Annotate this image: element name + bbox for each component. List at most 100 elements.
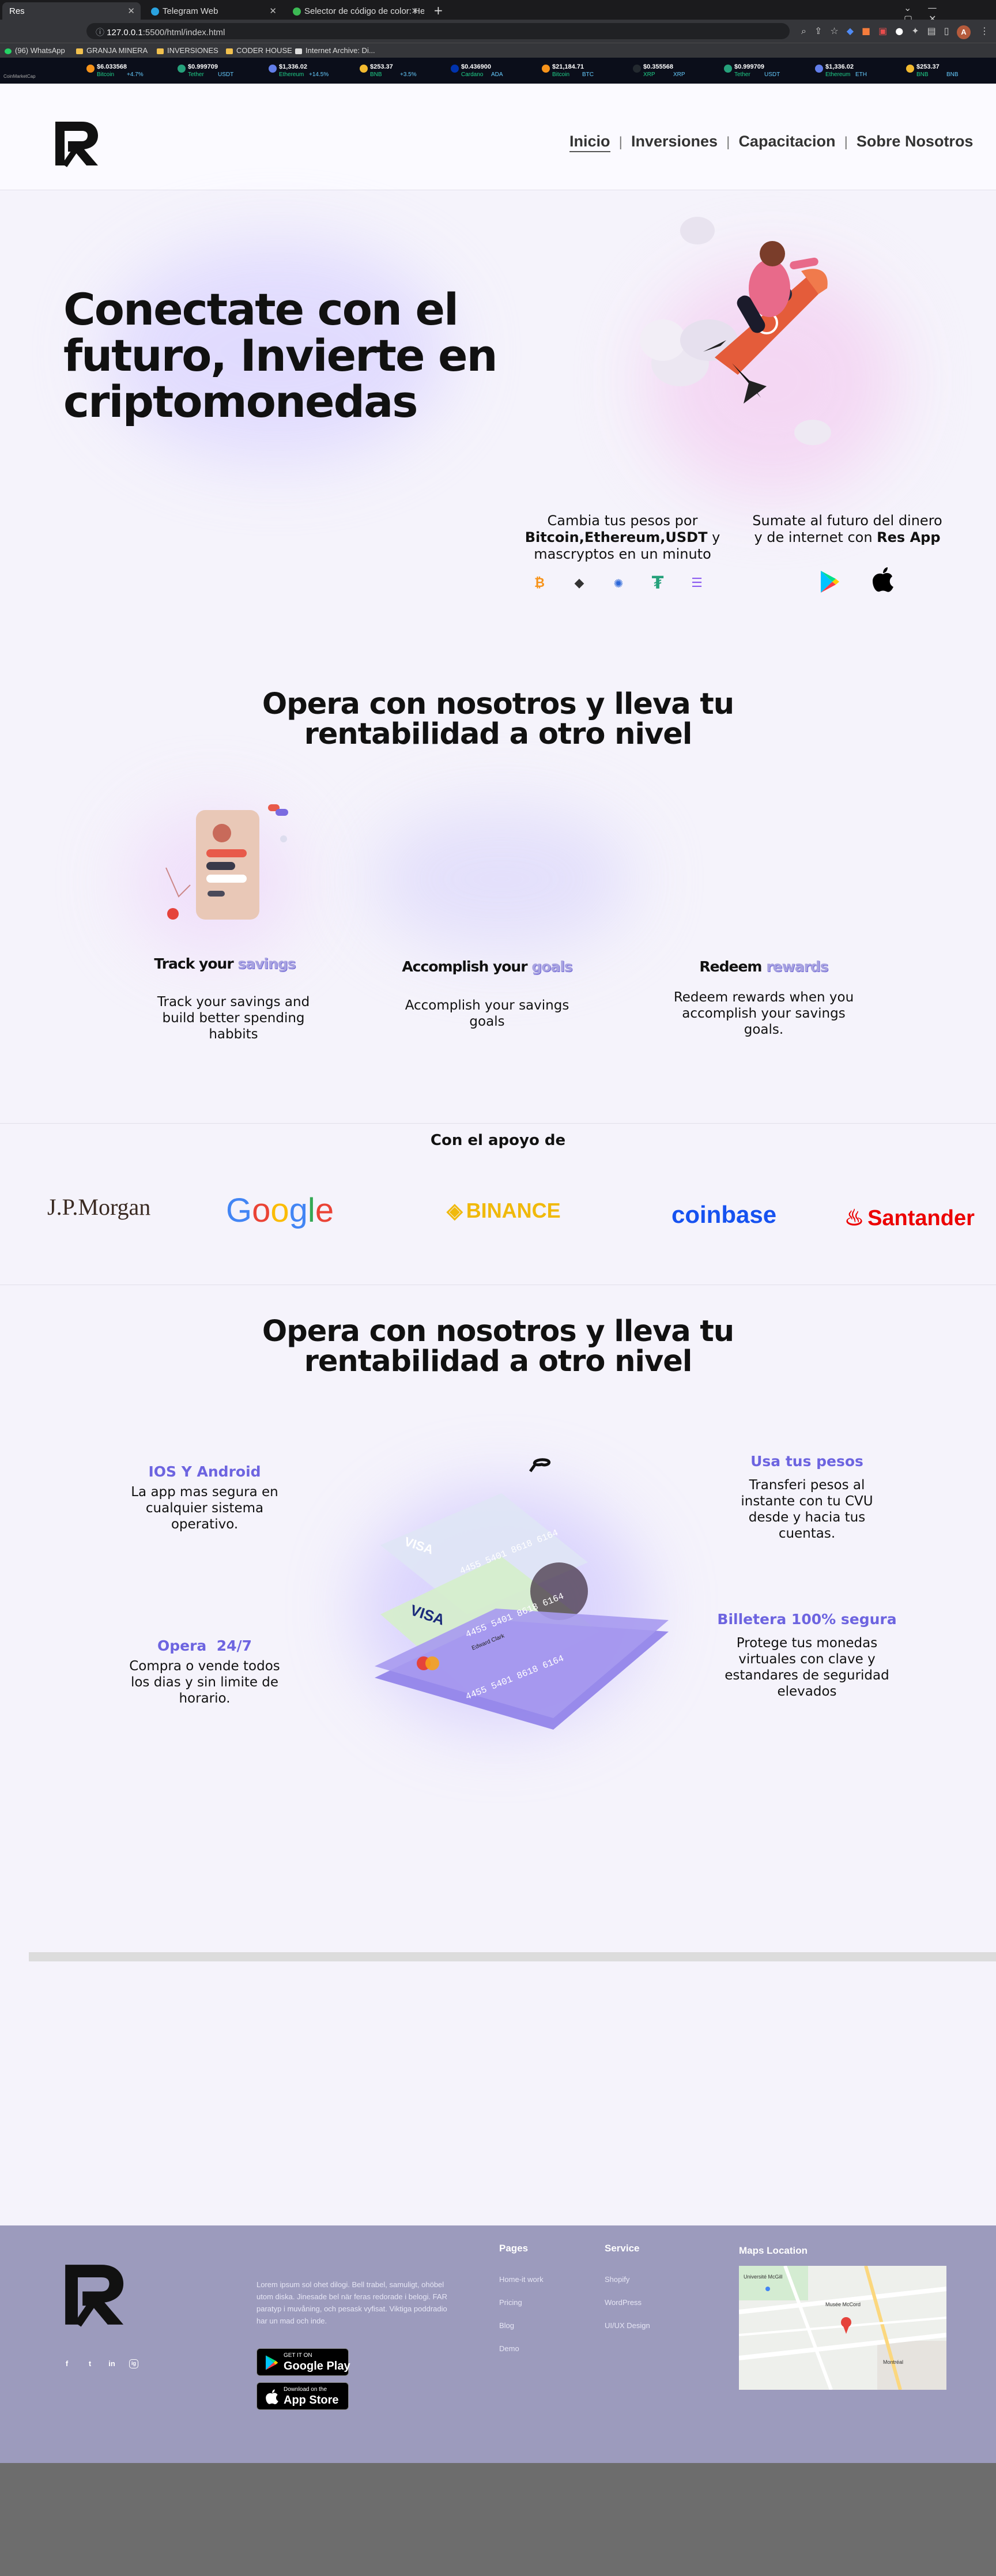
feature-desc-line: Track your savings and <box>157 995 310 1010</box>
bookmark-internet-archive[interactable]: Internet Archive: Di... <box>295 46 375 55</box>
hero-title-line: futuro, Invierte en <box>63 330 498 381</box>
nav-capacitacion[interactable]: Capacitacion <box>738 133 835 150</box>
feature-desc-ios-android: La app mas segura en cualquier sistema ope… <box>118 1484 291 1532</box>
google-letter: o <box>270 1192 289 1229</box>
cardano-icon: ✺ <box>613 577 624 590</box>
footer-logo[interactable] <box>61 2260 130 2329</box>
footer-about-line: har un mad och inde. <box>256 2317 327 2325</box>
ticker-item[interactable]: $0.999709 Tether USDT <box>178 62 247 80</box>
ticker-change: +3.5% <box>400 71 417 78</box>
ticker-item[interactable]: $253.37 BNB +3.5% <box>360 62 429 80</box>
google-play-icon[interactable] <box>818 570 840 594</box>
footer-link-demo[interactable]: Demo <box>499 2344 519 2353</box>
footer-link-blog[interactable]: Blog <box>499 2321 514 2330</box>
map-label: Musée McCord <box>825 2302 861 2307</box>
close-icon[interactable]: ✕ <box>127 6 135 16</box>
ticker-price: $21,184.71 <box>552 63 584 70</box>
footer-link-home[interactable]: Home-it work <box>499 2275 544 2284</box>
ticker-item[interactable]: $253.37 BNB BNB <box>906 62 975 80</box>
ticker-price: $1,336.02 <box>825 63 854 70</box>
map-label: Université McGill <box>744 2274 783 2280</box>
feature-desc-line: habbits <box>209 1027 258 1042</box>
bookmark-granja-minera[interactable]: GRANJA MINERA <box>76 46 148 55</box>
ticker-item[interactable]: $1,336.02 Ethereum +14.5% <box>269 62 338 80</box>
twitter-icon[interactable]: t <box>85 2359 95 2368</box>
location-map[interactable]: Université McGill Musée McCord Montréal <box>739 2266 946 2390</box>
linkedin-icon[interactable]: in <box>107 2359 116 2368</box>
section-title-line: Opera con nosotros y lleva tu <box>262 687 734 721</box>
address-bar[interactable]: ⓘ 127.0.0.1:5500/html/index.html <box>86 23 790 39</box>
footer-link-pricing[interactable]: Pricing <box>499 2298 522 2307</box>
ticker-name: Cardano <box>461 71 484 78</box>
feature-desc-billetera: Protege tus monedas virtuales con clave y… <box>709 1635 905 1700</box>
ticker-brand: CoinMarketCap <box>3 74 36 79</box>
coin-icon <box>178 65 186 73</box>
bookmark-whatsapp[interactable]: (96) WhatsApp <box>5 46 65 55</box>
feature-desc-line: La app mas segura en <box>131 1485 278 1500</box>
close-icon[interactable]: ✕ <box>411 6 418 16</box>
ticker-name: Ethereum <box>825 71 851 78</box>
google-logo: Google <box>226 1191 334 1230</box>
solana-icon: ☰ <box>691 576 703 590</box>
nav-inicio[interactable]: Inicio <box>569 133 610 152</box>
close-icon[interactable]: ✕ <box>269 6 277 16</box>
ticker-name: Bitcoin <box>97 71 115 78</box>
divider <box>0 1123 996 1124</box>
footer-about-line: paratyp i muvåning, och pesask vyfisat. … <box>256 2304 447 2313</box>
cards-illustration: VISA VISA 4455 5401 8618 6164 4455 5401 … <box>375 1458 669 1730</box>
facebook-icon[interactable]: f <box>62 2359 71 2368</box>
extension-icons[interactable]: ⌕⇪☆◆■▣●✦▤▯ <box>801 25 957 37</box>
feature-desc-line: Compra o vende todos <box>129 1659 280 1674</box>
footer-link-shopify[interactable]: Shopify <box>605 2275 629 2284</box>
ticker-item[interactable]: $1,336.02 Ethereum ETH <box>815 62 884 80</box>
feature-desc-line: estandares de seguridad <box>725 1668 889 1683</box>
feature-desc-line: operativo. <box>171 1517 239 1532</box>
santander-logo: ♨ Santander <box>844 1205 975 1231</box>
telegram-icon <box>151 7 159 16</box>
feature-desc-line: goals. <box>744 1022 784 1037</box>
tab-res[interactable]: Res ✕ <box>2 2 141 20</box>
info-icon: ⓘ <box>96 28 107 37</box>
google-letter: e <box>315 1192 334 1229</box>
feature-desc-line: Protege tus monedas <box>736 1636 878 1651</box>
bookmark-coder-house[interactable]: CODER HOUSE <box>226 46 292 55</box>
instagram-icon[interactable]: ig <box>129 2359 138 2368</box>
nav-separator: | <box>618 134 622 150</box>
ticker-item[interactable]: $21,184.71 Bitcoin BTC <box>542 62 611 80</box>
hero-exchange-line: mascryptos en un minuto <box>534 546 711 562</box>
menu-icon[interactable]: ⋮ <box>980 25 989 36</box>
feature-title-text: Redeem <box>699 958 767 975</box>
ticker-item[interactable]: $0.436900 Cardano ADA <box>451 62 520 80</box>
nav-inversiones[interactable]: Inversiones <box>631 133 718 150</box>
ethereum-icon: ◆ <box>574 576 584 590</box>
page-below-footer <box>0 2463 996 2576</box>
feature-title-goals: Accomplish your goals <box>372 958 602 975</box>
tab-telegram[interactable]: Telegram Web ✕ <box>144 2 282 20</box>
apple-icon[interactable] <box>871 566 895 593</box>
tab-color-picker[interactable]: Selector de código de color: He... ✕ <box>286 2 424 20</box>
ticker-item[interactable]: $0.355568 XRP XRP <box>633 62 702 80</box>
hero-exchange-line: y <box>707 529 720 545</box>
footer-link-wordpress[interactable]: WordPress <box>605 2298 642 2307</box>
coin-icon <box>815 65 823 73</box>
partners-title: Con el apoyo de <box>430 1132 566 1149</box>
ticker-item[interactable]: $6.033568 Bitcoin +4.7% <box>86 62 156 80</box>
app-store-button[interactable]: Download on the App Store <box>256 2382 349 2410</box>
browser-chrome: Res ✕ Telegram Web ✕ Selector de código de… <box>0 0 996 84</box>
footer-pages-title: Pages <box>499 2243 529 2254</box>
ticker-item[interactable]: $0.999709 Tether USDT <box>724 62 793 80</box>
bitcoin-icon: ₿ <box>534 576 545 590</box>
bookmark-inversiones[interactable]: INVERSIONES <box>157 46 218 55</box>
google-play-button[interactable]: GET IT ON Google Play <box>256 2348 350 2376</box>
store-label: App Store <box>284 2394 339 2406</box>
hero-app-line: Sumate al futuro del dinero <box>752 513 942 529</box>
feature-desc-line: accomplish your savings <box>682 1006 846 1021</box>
footer-link-uiux[interactable]: UI/UX Design <box>605 2321 650 2330</box>
horizontal-scrollbar[interactable] <box>29 1952 996 1961</box>
nav-sobre-nosotros[interactable]: Sobre Nosotros <box>857 133 974 150</box>
ticker-price: $253.37 <box>370 63 393 70</box>
new-tab-button[interactable]: + <box>433 3 443 17</box>
hero-title: Conectate con el futuro, Invierte en cri… <box>63 287 513 425</box>
res-logo[interactable] <box>52 118 103 169</box>
profile-avatar[interactable]: A <box>957 25 971 39</box>
